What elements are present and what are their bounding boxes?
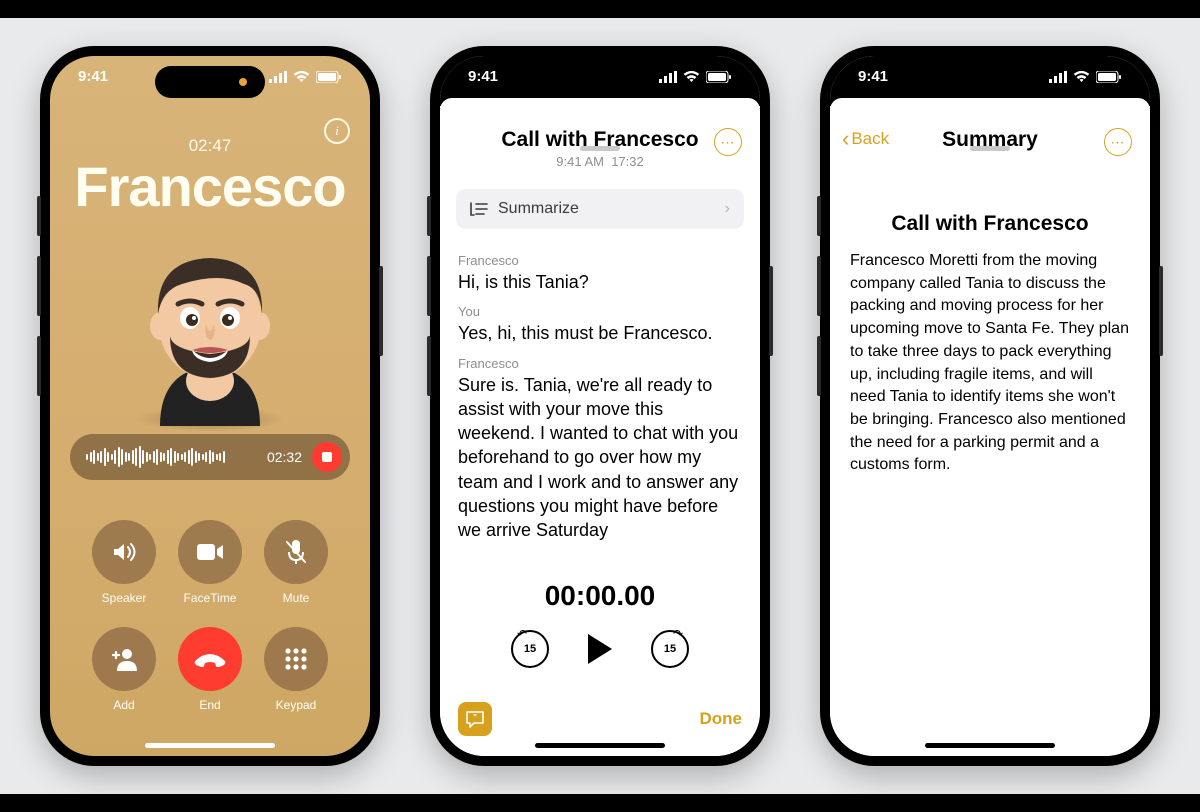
more-button[interactable]: ⋯ <box>1104 128 1132 156</box>
add-label: Add <box>113 698 134 712</box>
note-title: Call with Francesco <box>458 128 742 152</box>
status-icons <box>659 68 732 85</box>
summarize-button[interactable]: Summarize › <box>456 189 744 229</box>
caller-memoji <box>110 226 310 426</box>
summary-body: Francesco Moretti from the moving compan… <box>830 236 1150 491</box>
play-icon <box>585 632 615 666</box>
phone-call: 9:41 i 02:47 Francesco <box>40 46 380 766</box>
chevron-right-icon: › <box>725 200 730 218</box>
add-button[interactable]: Add <box>92 627 156 712</box>
home-indicator[interactable] <box>925 743 1055 748</box>
info-button[interactable]: i <box>324 118 350 144</box>
transcript-line: Sure is. Tania, we're all ready to assis… <box>458 373 742 543</box>
call-screen: 9:41 i 02:47 Francesco <box>50 56 370 756</box>
status-icons <box>269 68 342 85</box>
call-duration: 02:47 <box>189 136 232 156</box>
skip-back-button[interactable]: ↶15 <box>511 630 549 668</box>
summary-screen: 9:41 ‹ Back Summary ⋯ <box>830 56 1150 756</box>
keypad-button[interactable]: Keypad <box>264 627 328 712</box>
status-time: 9:41 <box>468 68 498 85</box>
status-time: 9:41 <box>78 68 108 85</box>
recording-pill[interactable]: 02:32 <box>70 434 350 480</box>
play-button[interactable] <box>585 632 615 666</box>
transcript-line: Hi, is this Tania? <box>458 270 742 294</box>
transcript-toggle-button[interactable]: ” <box>458 702 492 736</box>
battery-icon <box>1096 71 1122 83</box>
video-icon <box>195 542 225 562</box>
chevron-left-icon: ‹ <box>842 128 849 150</box>
transcript: Francesco Hi, is this Tania? You Yes, hi, t… <box>440 237 760 543</box>
status-icons <box>1049 68 1122 85</box>
waveform-icon <box>86 445 257 469</box>
home-indicator[interactable] <box>535 743 665 748</box>
audio-player: 00:00.00 ↶15 ↷15 <box>440 580 760 668</box>
add-person-icon <box>109 646 139 672</box>
back-label: Back <box>851 129 889 149</box>
battery-icon <box>706 71 732 83</box>
mute-label: Mute <box>283 591 310 605</box>
quote-icon: ” <box>465 710 485 728</box>
speaker-label: Francesco <box>458 356 742 371</box>
speaker-icon <box>110 538 138 566</box>
dynamic-island <box>155 66 265 98</box>
cellular-icon <box>269 71 287 83</box>
record-stop-button[interactable] <box>312 442 342 472</box>
speaker-label: Speaker <box>102 591 147 605</box>
home-indicator[interactable] <box>145 743 275 748</box>
page-title: Summary <box>848 128 1132 152</box>
back-button[interactable]: ‹ Back <box>842 128 889 150</box>
keypad-label: Keypad <box>276 698 317 712</box>
end-call-button[interactable]: End <box>178 627 242 712</box>
summarize-label: Summarize <box>498 200 579 218</box>
battery-icon <box>316 71 342 83</box>
call-controls: Speaker FaceTime Mute Add <box>50 520 370 712</box>
status-time: 9:41 <box>858 68 888 85</box>
summarize-icon <box>470 201 488 217</box>
end-label: End <box>199 698 220 712</box>
done-button[interactable]: Done <box>700 709 743 729</box>
dynamic-island <box>935 66 1045 98</box>
dynamic-island <box>545 66 655 98</box>
mute-icon <box>283 538 309 566</box>
letterbox-top <box>0 0 1200 18</box>
speaker-label: Francesco <box>458 253 742 268</box>
wifi-icon <box>1073 71 1090 83</box>
phone-transcript: 9:41 Call with Francesco 9:41 AM 17:32 <box>430 46 770 766</box>
cellular-icon <box>659 71 677 83</box>
facetime-label: FaceTime <box>184 591 237 605</box>
wifi-icon <box>293 71 310 83</box>
mute-button[interactable]: Mute <box>264 520 328 605</box>
transcript-line: Yes, hi, this must be Francesco. <box>458 321 742 345</box>
recording-time: 02:32 <box>267 449 302 465</box>
transcript-screen: 9:41 Call with Francesco 9:41 AM 17:32 <box>440 56 760 756</box>
speaker-button[interactable]: Speaker <box>92 520 156 605</box>
letterbox-bottom <box>0 794 1200 812</box>
stage: 9:41 i 02:47 Francesco <box>0 18 1200 794</box>
note-subtitle: 9:41 AM 17:32 <box>458 154 742 169</box>
skip-forward-button[interactable]: ↷15 <box>651 630 689 668</box>
keypad-icon <box>283 646 309 672</box>
playback-time: 00:00.00 <box>440 580 760 612</box>
more-button[interactable]: ⋯ <box>714 128 742 156</box>
svg-text:”: ” <box>473 713 477 722</box>
wifi-icon <box>683 71 700 83</box>
hangup-icon <box>193 651 227 667</box>
cellular-icon <box>1049 71 1067 83</box>
summary-title: Call with Francesco <box>830 212 1150 236</box>
speaker-label: You <box>458 304 742 319</box>
facetime-button[interactable]: FaceTime <box>178 520 242 605</box>
caller-name: Francesco <box>50 154 370 219</box>
phone-summary: 9:41 ‹ Back Summary ⋯ <box>820 46 1160 766</box>
